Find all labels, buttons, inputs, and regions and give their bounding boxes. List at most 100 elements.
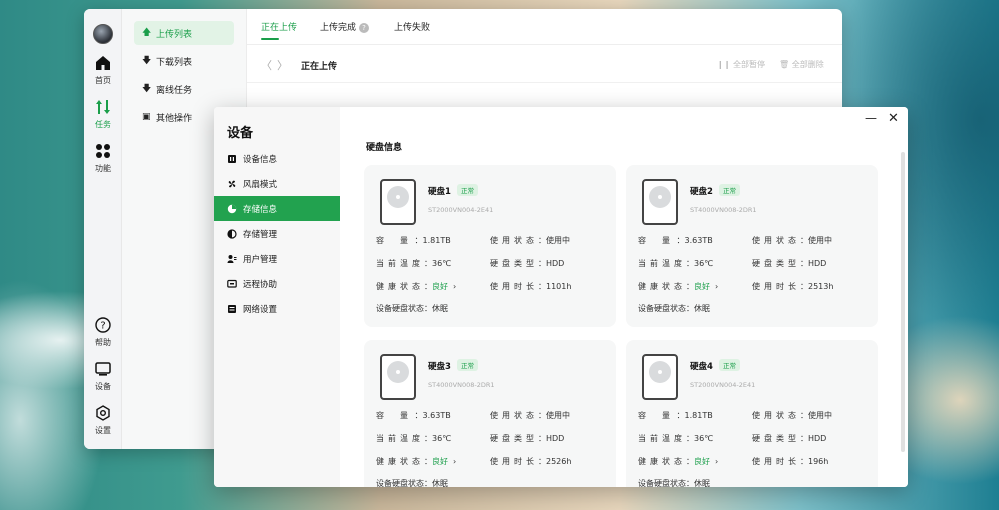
avatar[interactable]: [93, 24, 113, 44]
capacity-row: 容 量 ：3.63TB: [376, 411, 451, 420]
temp-value: 36℃: [694, 434, 714, 443]
menu-storage-info-label: 存储信息: [243, 204, 278, 215]
hours-value: 196h: [808, 457, 829, 466]
gear-icon: [96, 405, 110, 421]
sleep-text: 设备硬盘状态：休眠: [638, 479, 710, 487]
status-label: 使用状态: [752, 411, 800, 420]
sub-item-download-label: 下载列表: [156, 57, 193, 68]
capacity-value: 3.63TB: [684, 236, 713, 245]
status-badge: 正常: [719, 359, 740, 371]
nav-device[interactable]: 设备: [84, 361, 122, 392]
status-label: 使用状态: [752, 236, 800, 245]
temp-label: 当前温度: [376, 434, 424, 443]
type-value: HDD: [808, 259, 827, 268]
tab-upload-complete-label: 上传完成: [320, 23, 357, 33]
nav-rail: 首页 任务 功能 ? 帮助 设备 设置: [84, 9, 122, 449]
menu-network-settings[interactable]: 网络设置: [214, 296, 340, 321]
disk-card-3: 硬盘3 正常 ST4000VN008-2DR1 容 量 ：3.63TB 使用状态…: [364, 340, 616, 487]
capacity-label: 容 量: [638, 236, 674, 245]
device-info-icon: [228, 154, 236, 163]
menu-remote-assist[interactable]: 远程协助: [214, 271, 340, 296]
tab-uploading[interactable]: 正在上传: [261, 20, 297, 33]
nav-help[interactable]: ? 帮助: [84, 317, 122, 348]
back-arrow-icon[interactable]: 〈: [261, 57, 272, 73]
health-label: 健康状态: [638, 457, 686, 466]
sub-item-other-label: 其他操作: [156, 113, 193, 124]
hours-label: 使用时长: [752, 457, 800, 466]
menu-user-manage-label: 用户管理: [243, 254, 278, 265]
device-close-icon[interactable]: ✕: [888, 111, 899, 126]
arrow-down-icon: 🡇: [142, 56, 152, 66]
menu-fan-mode[interactable]: 风扇模式: [214, 171, 340, 196]
sub-item-upload[interactable]: 🡅 上传列表: [134, 21, 234, 45]
temp-value: 36℃: [432, 434, 452, 443]
storage-info-panel: — ✕ 硬盘信息 硬盘1 正常 ST2000VN004-2E41 容 量 ：1.…: [340, 107, 908, 487]
scrollbar[interactable]: [901, 152, 905, 452]
temp-label: 当前温度: [376, 259, 424, 268]
temp-label: 当前温度: [638, 259, 686, 268]
menu-storage-manage[interactable]: 存储管理: [214, 221, 340, 246]
disk-model: ST2000VN004-2E41: [690, 381, 756, 389]
status-badge: 正常: [457, 184, 478, 196]
menu-remote-assist-label: 远程协助: [243, 279, 278, 290]
type-label: 硬盘类型: [752, 434, 800, 443]
status-badge: 正常: [719, 184, 740, 196]
sub-item-offline[interactable]: 🡇 离线任务: [134, 77, 234, 101]
disk-name: 硬盘1: [428, 187, 451, 197]
tab-upload-failed[interactable]: 上传失败: [394, 20, 430, 33]
health-label: 健康状态: [376, 282, 424, 291]
sleep-text: 设备硬盘状态：休眠: [376, 479, 448, 487]
capacity-label: 容 量: [638, 411, 674, 420]
menu-device-info[interactable]: 设备信息: [214, 146, 340, 171]
nav-functions[interactable]: 功能: [84, 143, 122, 174]
help-badge-icon[interactable]: ?: [359, 23, 370, 33]
hours-value: 2526h: [546, 457, 572, 466]
hours-row: 使用时长：1101h: [490, 282, 572, 291]
hard-disk-icon: [380, 354, 416, 400]
health-value: 良好: [432, 457, 448, 466]
menu-storage-info[interactable]: 存储信息: [214, 196, 340, 221]
forward-arrow-icon[interactable]: 〉: [277, 57, 288, 73]
type-label: 硬盘类型: [490, 434, 538, 443]
capacity-label: 容 量: [376, 236, 412, 245]
sub-item-download[interactable]: 🡇 下载列表: [134, 49, 234, 73]
capacity-value: 3.63TB: [422, 411, 451, 420]
chevron-right-icon[interactable]: ›: [453, 457, 456, 466]
disk-card-1: 硬盘1 正常 ST2000VN004-2E41 容 量 ：1.81TB 使用状态…: [364, 165, 616, 327]
disk-model: ST4000VN008-2DR1: [690, 206, 757, 214]
pause-all-button[interactable]: ❙❙ 全部暂停: [717, 59, 765, 70]
chevron-right-icon[interactable]: ›: [453, 282, 456, 291]
chevron-right-icon[interactable]: ›: [715, 282, 718, 291]
arrow-down-icon: 🡇: [142, 84, 152, 94]
nav-home[interactable]: 首页: [84, 55, 122, 86]
device-minimize-icon[interactable]: —: [865, 111, 877, 125]
section-title: 硬盘信息: [366, 143, 403, 153]
monitor-icon: [95, 362, 111, 376]
status-row: 使用状态：使用中: [490, 411, 570, 420]
tab-upload-complete[interactable]: 上传完成?: [320, 20, 370, 33]
svg-text:?: ?: [100, 321, 105, 332]
temp-row: 当前温度：36℃: [376, 259, 452, 268]
nav-tasks[interactable]: 任务: [84, 99, 122, 130]
users-icon: [227, 254, 237, 263]
temp-row: 当前温度：36℃: [376, 434, 452, 443]
pause-all-label: 全部暂停: [732, 60, 765, 69]
nav-settings[interactable]: 设置: [84, 405, 122, 436]
delete-all-button[interactable]: 🗑 全部删除: [779, 59, 824, 70]
type-row: 硬盘类型：HDD: [752, 434, 827, 443]
temp-value: 36℃: [694, 259, 714, 268]
chevron-right-icon[interactable]: ›: [715, 457, 718, 466]
hours-row: 使用时长：2513h: [752, 282, 834, 291]
disk-model: ST2000VN004-2E41: [428, 206, 494, 214]
capacity-label: 容 量: [376, 411, 412, 420]
status-badge: 正常: [457, 359, 478, 371]
menu-user-manage[interactable]: 用户管理: [214, 246, 340, 271]
hours-value: 1101h: [546, 282, 572, 291]
hard-disk-icon: [642, 179, 678, 225]
box-icon: ▣: [142, 112, 151, 122]
status-value: 使用中: [546, 236, 570, 245]
sleep-row: 设备硬盘状态：休眠: [638, 303, 710, 314]
hours-value: 2513h: [808, 282, 834, 291]
health-row: 健康状态：良好 ›: [638, 282, 719, 291]
capacity-value: 1.81TB: [422, 236, 451, 245]
